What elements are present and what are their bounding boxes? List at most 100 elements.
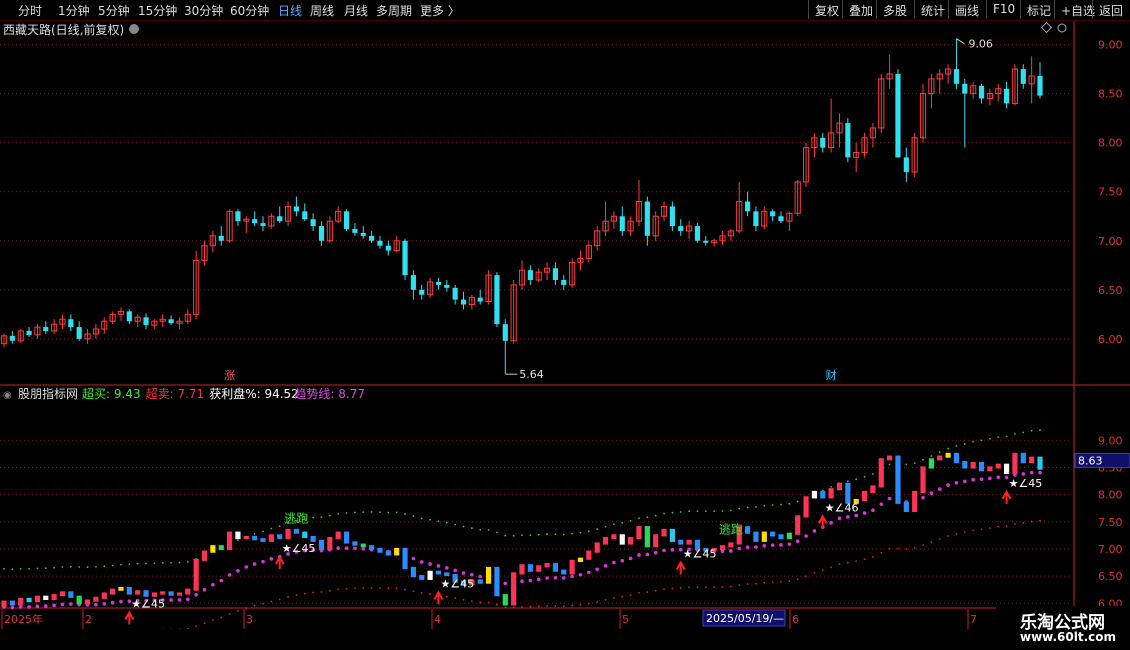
upper-band-dot — [145, 562, 147, 565]
lower-band-dot — [178, 628, 181, 629]
ind-value-2: 获利盘%: 94.52 — [209, 386, 299, 401]
toolbar-item-3[interactable]: 15分钟 — [138, 2, 177, 19]
trend-dot — [1021, 472, 1026, 476]
lower-band-dot — [997, 525, 1000, 528]
toolbar-item-9[interactable]: 多周期 — [376, 2, 412, 19]
upper-band-dot — [663, 512, 665, 515]
upper-band-dot — [345, 512, 348, 514]
indicator-bar — [93, 596, 99, 602]
period-toolbar: 分时 1分钟 5分钟 15分钟 30分钟 60分钟 日线 周线 月线 多周期 更多 〉 复权 叠加 多股统… — [0, 0, 1130, 21]
indicator-bar — [937, 455, 943, 461]
lower-band-dot — [262, 602, 264, 605]
upper-band-dot — [420, 517, 423, 520]
trend-dot — [762, 544, 767, 548]
buy-arrow-icon — [274, 555, 285, 570]
trend-dot — [353, 546, 357, 551]
lower-band-dot — [579, 603, 582, 606]
toolbar-right-2[interactable]: 多股 — [876, 0, 913, 19]
buy-arrow-icon — [675, 560, 686, 575]
lower-band-dot — [420, 592, 423, 594]
candle-body — [435, 281, 442, 285]
toolbar-item-0[interactable]: 分时 — [18, 2, 42, 19]
toolbar-right-6[interactable]: 标记 — [1020, 0, 1057, 19]
toolbar-right-1[interactable]: 叠加 — [842, 0, 879, 19]
upper-band-dot — [487, 528, 490, 531]
toolbar-item-8[interactable]: 月线 — [344, 2, 368, 19]
trend-dot — [336, 546, 340, 550]
trend-dot — [988, 476, 992, 481]
upper-band-dot — [571, 532, 574, 535]
lower-band-dot — [454, 597, 457, 600]
candle-body — [669, 206, 675, 227]
indicator-bar — [970, 462, 976, 469]
ind-title: 股朋指标网 — [18, 386, 78, 401]
lower-band-dot — [278, 598, 281, 601]
time-label: 5 — [622, 613, 629, 626]
trend-dot — [177, 598, 182, 602]
indicator-bar — [795, 515, 801, 535]
toolbar-right-5[interactable]: F10 — [986, 0, 1021, 19]
candle-body — [168, 319, 174, 324]
indicator-bar — [561, 569, 567, 575]
indicator-bar — [185, 588, 191, 595]
toolbar-right-3[interactable]: 统计 — [914, 0, 951, 19]
trend-dot — [69, 602, 73, 606]
upper-band-dot — [170, 561, 172, 564]
time-label: 6 — [792, 613, 799, 626]
upper-band-dot — [462, 525, 465, 528]
upper-band-dot — [988, 437, 991, 440]
lower-band-dot — [537, 605, 540, 608]
candle-body — [43, 327, 49, 332]
upper-band-dot — [95, 565, 97, 568]
indicator-bar — [18, 597, 24, 606]
toolbar-item-10[interactable]: 更多 〉 — [420, 2, 460, 19]
trend-dot — [261, 559, 265, 564]
toolbar-right-4[interactable]: 画线 — [948, 0, 985, 19]
upper-band-dot — [855, 478, 858, 481]
upper-band-dot — [955, 445, 958, 447]
indicator-bar — [51, 594, 57, 601]
toolbar-item-1[interactable]: 1分钟 — [58, 2, 90, 19]
indicator-bar — [719, 545, 726, 551]
indicator-bar — [978, 462, 985, 472]
lower-band-dot — [604, 599, 607, 601]
star-label: ★∠45 — [440, 577, 474, 590]
upper-band-dot — [613, 523, 615, 526]
lower-band-dot — [270, 600, 273, 603]
toolbar-item-4[interactable]: 30分钟 — [184, 2, 223, 19]
upper-band-dot — [103, 565, 106, 568]
lower-band-dot — [487, 601, 490, 604]
settings-icon — [1057, 23, 1067, 33]
toolbar-right-8[interactable]: 返回 — [1092, 0, 1129, 19]
indicator-bar — [536, 565, 542, 572]
upper-band-dot — [738, 507, 741, 510]
trend-dot — [186, 597, 190, 602]
lower-band-dot — [629, 594, 632, 596]
trend-dot — [202, 587, 207, 592]
lower-band-dot — [780, 580, 782, 583]
indicator-bar — [669, 528, 675, 542]
upper-band-dot — [53, 566, 56, 569]
indicator-bar — [953, 452, 960, 464]
trend-dot — [963, 479, 967, 484]
upper-band-dot — [746, 506, 749, 509]
upper-band-dot — [629, 519, 632, 522]
toolbar-item-6[interactable]: 日线 — [278, 2, 302, 19]
indicator-bar — [59, 591, 66, 597]
toolbar-item-7[interactable]: 周线 — [310, 2, 334, 19]
candle-body — [218, 235, 224, 241]
toolbar-item-2[interactable]: 5分钟 — [98, 2, 130, 19]
toolbar-item-5[interactable]: 60分钟 — [230, 2, 269, 19]
upper-band-dot — [788, 502, 791, 505]
upper-band-dot — [1014, 433, 1016, 435]
candle-body — [845, 123, 851, 158]
lower-band-dot — [755, 582, 757, 585]
candle-body — [494, 275, 500, 325]
upper-band-dot — [278, 525, 281, 528]
toolbar-right-0[interactable]: 复权 — [808, 0, 845, 19]
trend-dot — [470, 572, 474, 577]
candle-body — [402, 240, 408, 276]
upper-band-dot — [504, 534, 507, 537]
upper-band-dot — [1030, 429, 1033, 432]
candle-body — [502, 324, 508, 341]
